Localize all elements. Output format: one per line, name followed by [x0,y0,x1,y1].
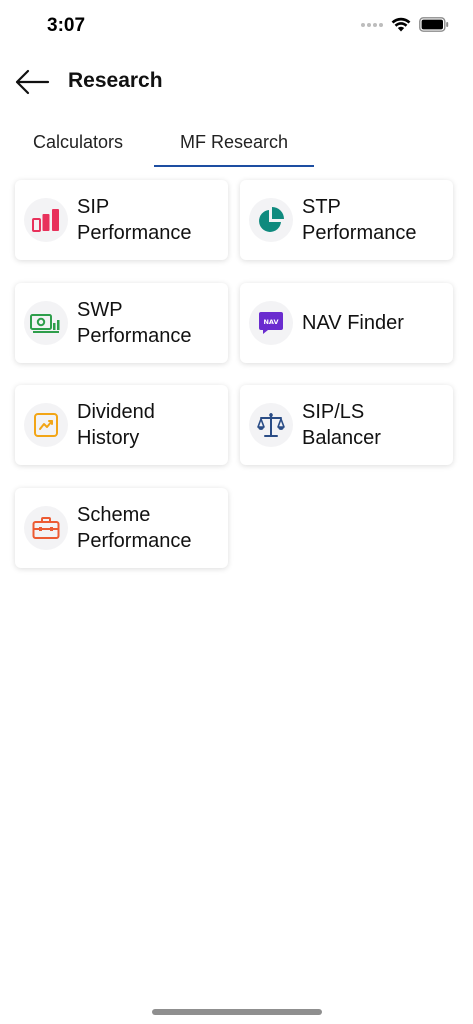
nav-finder-card[interactable]: NAV NAV Finder [240,283,453,363]
card-icon-wrap: NAV [249,301,293,345]
cash-chart-icon [30,314,60,333]
trend-icon [34,413,58,437]
card-label: SIP Performance [77,196,192,244]
nav-icon: NAV [259,312,283,334]
header: Research [0,58,473,106]
card-icon-wrap [249,198,293,242]
active-tab-indicator [154,165,314,167]
page-title: Research [68,69,163,92]
card-label: Dividend History [77,401,155,449]
back-arrow-icon [15,69,50,95]
status-icons [361,17,449,32]
wifi-icon [391,17,411,32]
status-time: 3:07 [47,15,86,36]
card-icon-wrap [24,403,68,447]
card-label: NAV Finder [302,312,404,334]
dividend-history-card[interactable]: Dividend History [15,385,228,465]
sip-performance-card[interactable]: SIP Performance [15,180,228,260]
card-icon-wrap [24,301,68,345]
scheme-performance-card[interactable]: Scheme Performance [15,488,228,568]
sip-ls-balancer-card[interactable]: SIP/LS Balancer [240,385,453,465]
card-label: Scheme Performance [77,504,192,552]
tab-mf-research[interactable]: MF Research [154,132,314,165]
bar-chart-icon [32,209,59,232]
tab-calculators[interactable]: Calculators [33,132,123,165]
svg-text:NAV: NAV [263,318,278,326]
card-icon-wrap [24,198,68,242]
card-label: SIP/LS Balancer [302,401,381,449]
card-icon-wrap [24,506,68,550]
swp-performance-card[interactable]: SWP Performance [15,283,228,363]
stp-performance-card[interactable]: STP Performance [240,180,453,260]
briefcase-icon [32,517,60,539]
card-icon-wrap [249,403,293,447]
home-indicator [152,1009,322,1015]
card-label: STP Performance [302,196,417,244]
tab-bar: Calculators MF Research [0,128,473,170]
pie-chart-icon [259,207,284,232]
back-button[interactable] [12,64,52,100]
card-label: SWP Performance [77,299,192,347]
battery-icon [419,17,449,32]
status-bar: 3:07 [0,0,473,56]
scale-icon [257,413,285,437]
signal-icon [361,22,383,27]
